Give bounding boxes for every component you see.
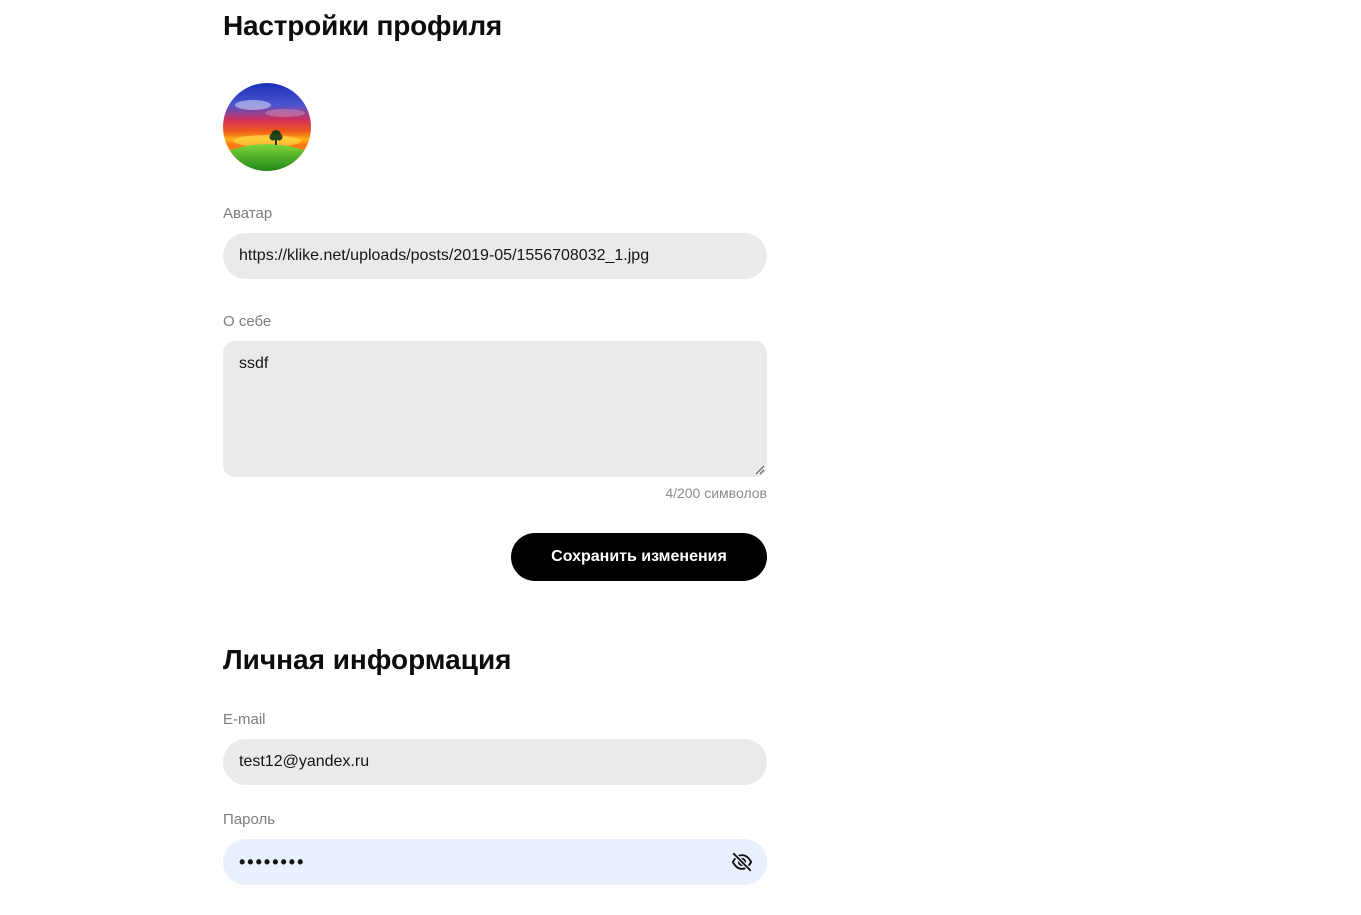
email-value: test12@yandex.ru [239, 753, 370, 770]
page-title: Настройки профиля [223, 10, 503, 41]
about-label: О себе [223, 313, 272, 330]
eye-off-icon[interactable] [731, 851, 753, 873]
resize-handle-icon[interactable] [755, 465, 765, 475]
char-counter: 4/200 символов [665, 485, 767, 501]
email-field[interactable]: test12@yandex.ru [223, 739, 767, 785]
avatar[interactable] [223, 83, 311, 171]
section-title: Личная информация [223, 644, 512, 675]
about-value: ssdf [239, 355, 269, 372]
save-changes-button[interactable]: Сохранить изменения [511, 533, 767, 581]
about-textarea[interactable]: ssdf [223, 341, 767, 477]
email-label: E-mail [223, 711, 266, 728]
password-masked-value: •••••••• [239, 851, 306, 872]
avatar-label: Аватар [223, 205, 273, 222]
password-label: Пароль [223, 811, 276, 828]
avatar-url-value: https://klike.net/uploads/posts/2019-05/… [239, 247, 650, 264]
password-field[interactable]: •••••••• [223, 839, 767, 885]
profile-settings-page: Настройки профиля Аватар https://klike.n… [0, 0, 1361, 915]
avatar-url-input[interactable]: https://klike.net/uploads/posts/2019-05/… [223, 233, 767, 279]
avatar-image [223, 83, 311, 171]
